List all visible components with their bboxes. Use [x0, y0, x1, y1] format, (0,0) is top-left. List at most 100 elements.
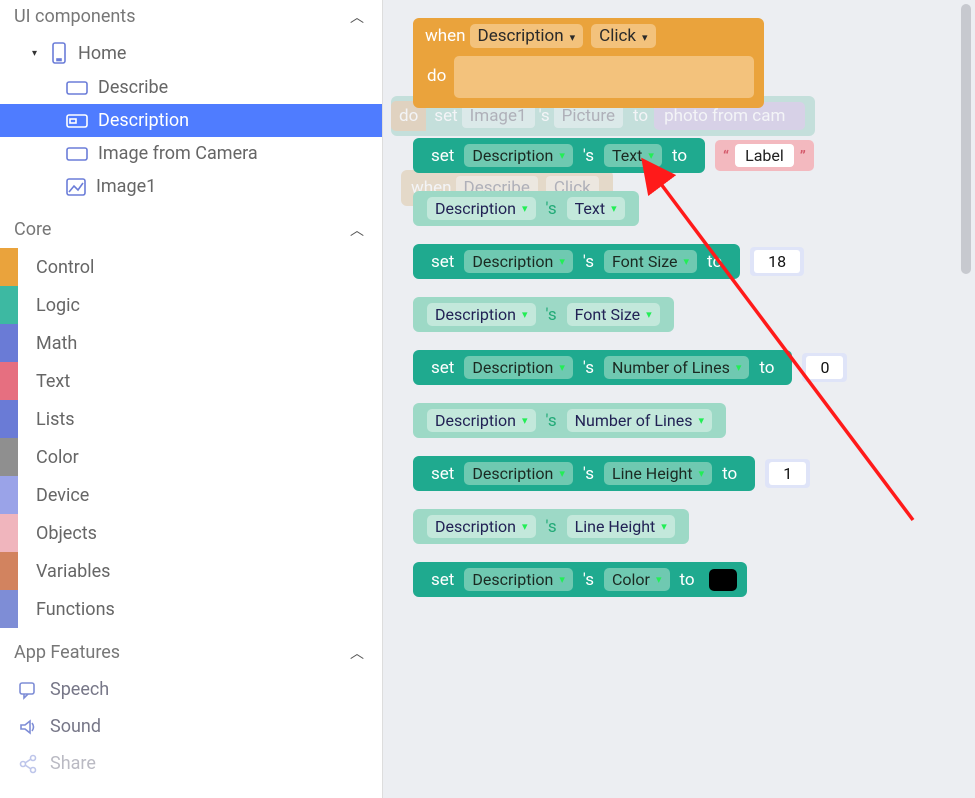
event-dropdown[interactable]: Click	[591, 24, 655, 48]
color-swatch	[0, 286, 18, 324]
close-quote-icon: ”	[800, 147, 806, 165]
open-quote-icon: “	[723, 147, 729, 165]
get-block-description-font-size[interactable]: Description 's Font Size	[413, 297, 674, 332]
chevron-up-icon: ︿	[350, 643, 364, 663]
core-item-lists[interactable]: Lists	[0, 400, 382, 438]
do-slot[interactable]	[454, 56, 754, 98]
app-item-speech[interactable]: Speech	[0, 671, 382, 708]
set-block-description-font-size[interactable]: set Description 's Font Size to	[413, 244, 740, 279]
apostrophe-s: 's	[583, 146, 594, 166]
property-dropdown[interactable]: Text	[604, 144, 662, 167]
keyword-set: set	[431, 252, 454, 272]
section-header-app-features[interactable]: App Features ︿	[0, 636, 382, 669]
property-dropdown[interactable]: Line Height	[604, 462, 712, 485]
component-dropdown[interactable]: Description	[464, 144, 573, 167]
apostrophe-s: 's	[583, 570, 594, 590]
keyword-do: do	[427, 66, 446, 86]
core-item-control[interactable]: Control	[0, 248, 382, 286]
apostrophe-s: 's	[583, 252, 594, 272]
component-dropdown[interactable]: Description	[464, 250, 573, 273]
core-item-device[interactable]: Device	[0, 476, 382, 514]
keyword-set: set	[431, 358, 454, 378]
core-item-text[interactable]: Text	[0, 362, 382, 400]
core-category-list: Control Logic Math Text Lists Color Devi…	[0, 246, 382, 636]
number-input-slot[interactable]: 1	[765, 459, 810, 488]
blocks-canvas[interactable]: Image from Camera Click do set Image1 's…	[383, 0, 975, 798]
apostrophe-s: 's	[546, 305, 557, 325]
get-block-description-text[interactable]: Description 's Text	[413, 191, 639, 226]
tree-item-description[interactable]: Description	[0, 104, 382, 137]
triangle-down-icon: ▾	[32, 48, 46, 59]
property-dropdown[interactable]: Number of Lines	[604, 356, 749, 379]
text-literal-value[interactable]: Label	[735, 144, 794, 167]
number-input-slot[interactable]: 18	[750, 247, 804, 276]
keyword-to: to	[722, 464, 737, 484]
component-dropdown[interactable]: Description	[464, 356, 573, 379]
component-dropdown[interactable]: Description	[470, 24, 584, 48]
core-label: Logic	[36, 295, 80, 316]
property-dropdown[interactable]: Text	[567, 197, 625, 220]
section-title: Core	[14, 219, 51, 240]
tree-label: Description	[98, 110, 189, 131]
get-block-description-number-of-lines[interactable]: Description 's Number of Lines	[413, 403, 726, 438]
event-block-when-description-click[interactable]: when Description Click do	[413, 18, 764, 108]
number-value[interactable]: 1	[769, 462, 806, 485]
apostrophe-s: 's	[546, 517, 557, 537]
set-block-description-text[interactable]: set Description 's Text to	[413, 138, 705, 173]
keyword-to: to	[759, 358, 774, 378]
core-item-variables[interactable]: Variables	[0, 552, 382, 590]
core-label: Text	[36, 371, 70, 392]
color-value-swatch[interactable]	[709, 569, 737, 591]
app-label: Speech	[50, 679, 109, 700]
core-item-math[interactable]: Math	[0, 324, 382, 362]
core-item-logic[interactable]: Logic	[0, 286, 382, 324]
component-dropdown[interactable]: Description	[464, 462, 573, 485]
number-value[interactable]: 0	[806, 356, 843, 379]
core-label: Variables	[36, 561, 110, 582]
sidebar: UI components ︿ ▾ Home Describe Descript…	[0, 0, 383, 798]
property-dropdown[interactable]: Color	[604, 568, 670, 591]
text-literal-block[interactable]: “ Label ”	[715, 140, 814, 171]
property-dropdown[interactable]: Font Size	[604, 250, 697, 273]
tree-label: Home	[78, 43, 126, 64]
keyword-set: set	[431, 570, 454, 590]
share-icon	[18, 754, 38, 774]
set-block-description-color[interactable]: set Description 's Color to	[413, 562, 747, 597]
section-header-core[interactable]: Core ︿	[0, 213, 382, 246]
number-value[interactable]: 18	[754, 250, 800, 273]
component-dropdown[interactable]: Description	[427, 515, 536, 538]
tree-item-image-from-camera[interactable]: Image from Camera	[0, 137, 382, 170]
property-dropdown[interactable]: Line Height	[567, 515, 675, 538]
core-item-color[interactable]: Color	[0, 438, 382, 476]
component-dropdown[interactable]: Description	[427, 303, 536, 326]
core-label: Math	[36, 333, 77, 354]
tree-item-home[interactable]: ▾ Home	[0, 35, 382, 71]
set-block-description-line-height[interactable]: set Description 's Line Height to	[413, 456, 755, 491]
color-swatch	[0, 400, 18, 438]
component-dropdown[interactable]: Description	[464, 568, 573, 591]
set-block-description-number-of-lines[interactable]: set Description 's Number of Lines to	[413, 350, 792, 385]
app-label: Sound	[50, 716, 101, 737]
number-input-slot[interactable]: 0	[802, 353, 847, 382]
core-label: Objects	[36, 523, 97, 544]
app-item-share[interactable]: Share	[0, 745, 382, 782]
apostrophe-s: 's	[583, 358, 594, 378]
section-header-ui-components[interactable]: UI components ︿	[0, 0, 382, 33]
core-item-objects[interactable]: Objects	[0, 514, 382, 552]
tree-item-image1[interactable]: Image1	[0, 170, 382, 203]
app-item-sound[interactable]: Sound	[0, 708, 382, 745]
color-swatch	[0, 362, 18, 400]
keyword-to: to	[672, 146, 687, 166]
component-dropdown[interactable]: Description	[427, 197, 536, 220]
button-icon	[66, 147, 88, 161]
core-item-functions[interactable]: Functions	[0, 590, 382, 628]
component-dropdown[interactable]: Description	[427, 409, 536, 432]
property-dropdown[interactable]: Number of Lines	[567, 409, 712, 432]
get-block-description-line-height[interactable]: Description 's Line Height	[413, 509, 689, 544]
tree-item-describe[interactable]: Describe	[0, 71, 382, 104]
core-label: Lists	[36, 409, 75, 430]
color-swatch	[0, 514, 18, 552]
keyword-set: set	[431, 146, 454, 166]
property-dropdown[interactable]: Font Size	[567, 303, 660, 326]
apostrophe-s: 's	[546, 411, 557, 431]
